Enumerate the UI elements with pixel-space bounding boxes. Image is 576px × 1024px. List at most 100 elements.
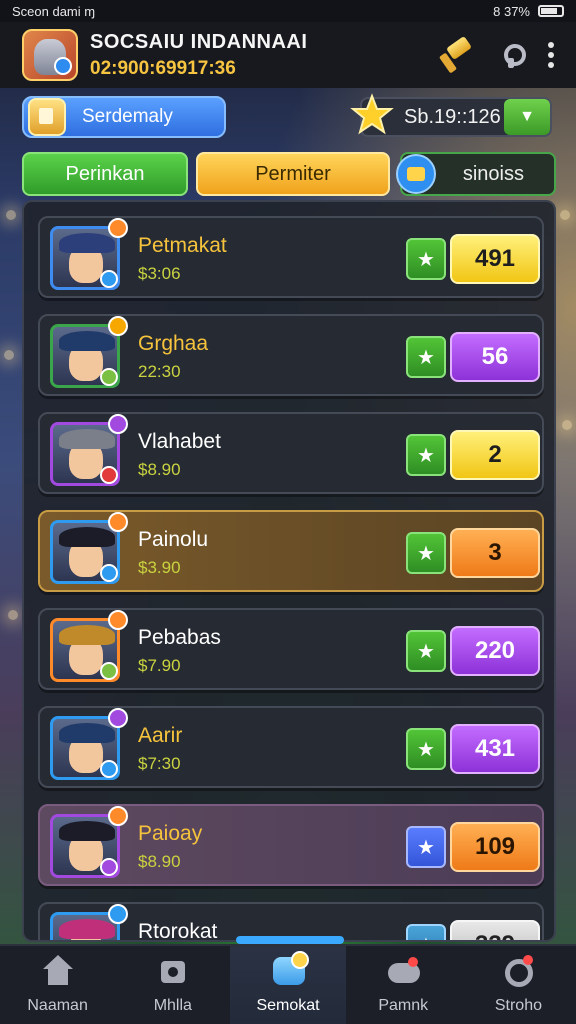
nav-item-pamnk[interactable]: Pamnk (346, 946, 461, 1024)
filter-label: Serdemaly (82, 106, 173, 127)
tab-perinkan[interactable]: Perinkan (22, 152, 188, 196)
list-item[interactable]: Painolu $3.90 ★ 3 (38, 510, 544, 592)
star-icon[interactable]: ★ (406, 434, 446, 476)
avatar-hat (59, 331, 115, 351)
hammer-icon[interactable] (438, 37, 474, 73)
score-button[interactable]: 431 (450, 724, 540, 774)
nav-label: Semokat (256, 997, 320, 1014)
app-header: SOCSAIU INDANNAAI 02:900:69917:36 (0, 22, 576, 88)
item-price: 22:30 (138, 362, 181, 381)
star-icon[interactable]: ★ (406, 924, 446, 940)
element-badge-icon (100, 564, 118, 582)
list-item[interactable]: Pebabas $7.90 ★ 220 (38, 608, 544, 690)
gem-icon (396, 154, 436, 194)
gear-icon[interactable] (500, 42, 526, 68)
battery-percentage: 8 37% (493, 3, 530, 19)
item-name: Rtorokat (138, 920, 218, 942)
element-badge-icon (100, 662, 118, 680)
list-item[interactable]: Aarir $7:30 ★ 431 (38, 706, 544, 788)
rank-badge-icon (108, 904, 128, 924)
nav-item-mhlla[interactable]: Mhlla (115, 946, 230, 1024)
rank-badge-icon (108, 610, 128, 630)
nav-label: Naaman (27, 997, 88, 1014)
item-name: Petmakat (138, 234, 227, 257)
score-button[interactable]: 56 (450, 332, 540, 382)
battery-icon (538, 5, 564, 17)
item-price: $7.90 (138, 656, 181, 675)
nav-item-semokat[interactable]: Semokat (230, 946, 346, 1024)
item-price: $3.90 (138, 558, 181, 577)
score-button[interactable]: 220 (450, 626, 540, 676)
list-item[interactable]: Paioay $8.90 ★ 109 (38, 804, 544, 886)
star-icon[interactable]: ★ (406, 532, 446, 574)
app-subtitle: 02:900:69917:36 (90, 57, 236, 79)
status-bar: Sceon dami ɱ 8 37% (0, 0, 576, 22)
star-icon[interactable]: ★ (406, 728, 446, 770)
rank-badge-icon (108, 414, 128, 434)
score-button[interactable]: 339 (450, 920, 540, 940)
list-item[interactable]: Vlahabet $8.90 ★ 2 (38, 412, 544, 494)
item-price: $8.90 (138, 460, 181, 479)
rank-badge-icon (108, 316, 128, 336)
nav-item-naaman[interactable]: Naaman (0, 946, 115, 1024)
filter-button[interactable]: Serdemaly (22, 96, 226, 138)
score-button[interactable]: 2 (450, 430, 540, 480)
element-badge-icon (100, 270, 118, 288)
item-name: Paioay (138, 822, 203, 845)
list-item[interactable]: Grghaa 22:30 ★ 56 (38, 314, 544, 396)
avatar-hat (59, 625, 115, 645)
element-badge-icon (100, 368, 118, 386)
element-badge-icon (100, 466, 118, 484)
score-button[interactable]: 491 (450, 234, 540, 284)
score-button[interactable]: 109 (450, 822, 540, 872)
camera-icon (156, 955, 190, 987)
avatar-hat (59, 723, 115, 743)
tab-bar: Perinkan Permiter sinoiss (22, 152, 556, 200)
item-name: Aarir (138, 724, 183, 747)
star-icon[interactable]: ★ (406, 336, 446, 378)
item-name: Vlahabet (138, 430, 221, 453)
profile-avatar[interactable] (22, 29, 78, 81)
status-left-text: Sceon dami ɱ (12, 3, 96, 19)
avatar-hat (59, 233, 115, 253)
gamepad-icon (386, 955, 421, 987)
more-menu-icon[interactable] (548, 42, 554, 68)
item-price: $3:06 (138, 264, 181, 283)
item-name: Pebabas (138, 626, 221, 649)
rank-badge-icon (108, 708, 128, 728)
avatar-hat (59, 429, 115, 449)
item-price: $7:30 (138, 754, 181, 773)
star-icon[interactable]: ★ (406, 826, 446, 868)
element-badge-icon (100, 858, 118, 876)
list-item[interactable]: Petmakat $3:06 ★ 491 (38, 216, 544, 298)
scroll-handle[interactable] (236, 936, 344, 944)
avatar-hat (59, 919, 115, 939)
tab-permiter[interactable]: Permiter (196, 152, 390, 196)
rank-badge-icon (108, 806, 128, 826)
nav-label: Pamnk (378, 997, 429, 1014)
bottom-nav: Naaman Mhlla Semokat Pamnk Stroho (0, 944, 576, 1024)
app-title: SOCSAIU INDANNAAI (90, 30, 308, 53)
rank-badge-icon (108, 218, 128, 238)
star-icon[interactable]: ★ (406, 238, 446, 280)
status-right: 8 37% (493, 4, 564, 19)
avatar-hat (59, 821, 115, 841)
avatar-hat (59, 527, 115, 547)
rank-badge-icon (108, 512, 128, 532)
item-name: Grghaa (138, 332, 209, 355)
chevron-down-icon[interactable]: ▼ (504, 99, 550, 135)
nav-label: Mhlla (153, 997, 192, 1014)
header-actions (438, 37, 554, 73)
element-badge-icon (100, 760, 118, 778)
settings-icon (501, 955, 535, 987)
score-button[interactable]: 3 (450, 528, 540, 578)
item-list: Petmakat $3:06 ★ 491 Grghaa 22:30 ★ 56 Vlahabet $… (22, 200, 556, 942)
star-icon[interactable]: ★ (406, 630, 446, 672)
star-icon (350, 93, 394, 135)
header-texts: SOCSAIU INDANNAAI 02:900:69917:36 (90, 31, 307, 80)
currency-value: Sb.19::126 (404, 105, 501, 128)
shop-icon (271, 951, 309, 987)
clipboard-icon (28, 98, 66, 136)
home-icon (41, 955, 75, 987)
nav-item-stroho[interactable]: Stroho (461, 946, 576, 1024)
